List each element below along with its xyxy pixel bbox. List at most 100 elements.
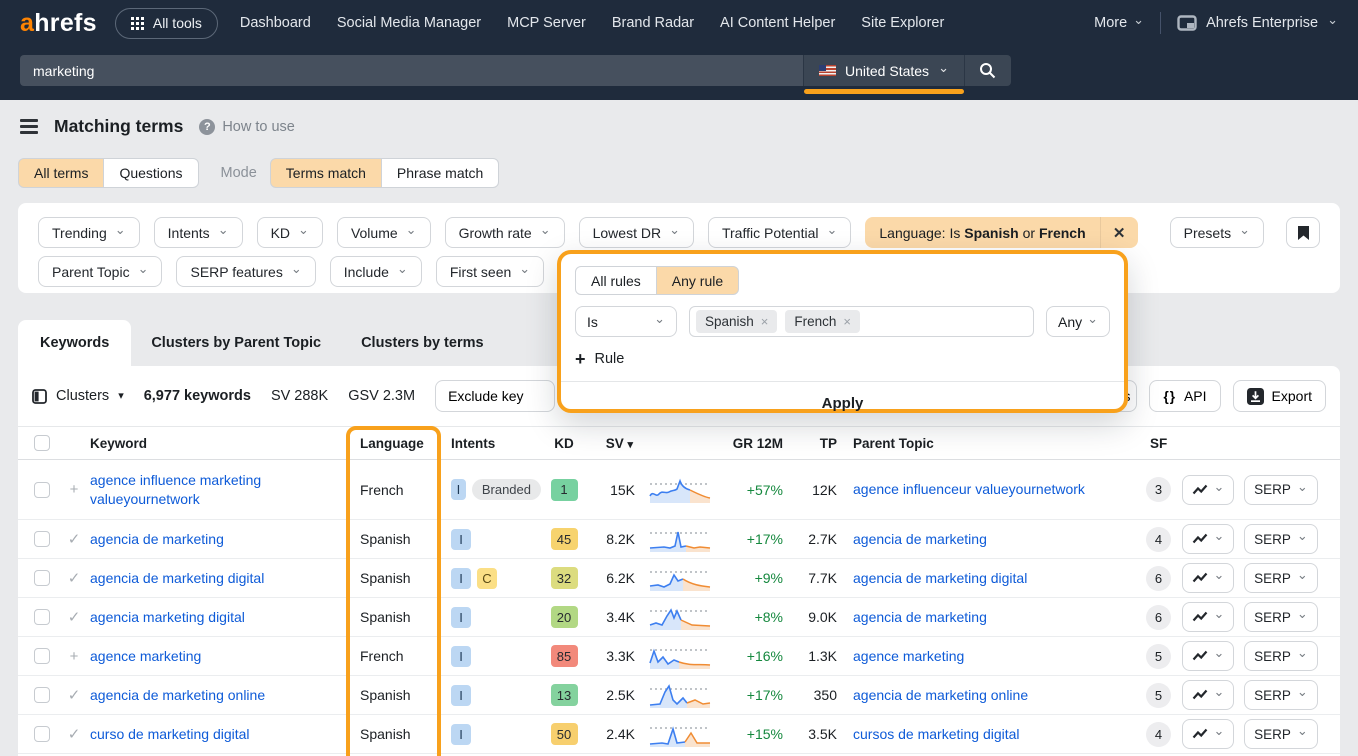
- parent-topic-link[interactable]: agencia de marketing online: [853, 687, 1028, 703]
- parent-topic-link[interactable]: agence influenceur valueyournetwork: [853, 481, 1085, 497]
- nav-item-brand-radar[interactable]: Brand Radar: [612, 15, 694, 31]
- tab-terms-match[interactable]: Terms match: [270, 158, 382, 188]
- parent-topic-link[interactable]: agencia de marketing: [853, 531, 987, 547]
- tab-clusters-by-terms[interactable]: Clusters by terms: [341, 320, 504, 366]
- filter-parent-topic[interactable]: Parent Topic⌄: [38, 256, 162, 287]
- filter-growth-rate[interactable]: Growth rate⌄: [445, 217, 565, 248]
- col-intents[interactable]: Intents: [441, 436, 541, 451]
- serp-button[interactable]: SERP⌄: [1244, 680, 1318, 710]
- filter-traffic-potential[interactable]: Traffic Potential⌄: [708, 217, 851, 248]
- trend-chart-button[interactable]: ⌄: [1182, 602, 1234, 632]
- remove-tag-icon[interactable]: ×: [761, 314, 769, 329]
- filter-first-seen[interactable]: First seen⌄: [436, 256, 544, 287]
- select-all-checkbox[interactable]: [34, 435, 50, 451]
- operator-select[interactable]: Is ⌄: [575, 306, 677, 337]
- trend-chart-button[interactable]: ⌄: [1182, 475, 1234, 505]
- nav-item-ai-content-helper[interactable]: AI Content Helper: [720, 15, 835, 31]
- filter-lowest-dr[interactable]: Lowest DR⌄: [579, 217, 694, 248]
- serp-button[interactable]: SERP⌄: [1244, 719, 1318, 749]
- exclude-keywords-button[interactable]: Exclude key: [435, 380, 555, 412]
- remove-filter-icon[interactable]: ✕: [1100, 217, 1138, 248]
- presets-button[interactable]: Presets ⌄: [1170, 217, 1264, 248]
- language-filter-chip[interactable]: Language: Is Spanish or French ✕: [865, 217, 1137, 248]
- keyword-link[interactable]: agencia de marketing online: [90, 687, 265, 703]
- nav-item-mcp-server[interactable]: MCP Server: [507, 15, 586, 31]
- add-keyword-icon[interactable]: +: [58, 481, 90, 498]
- row-checkbox[interactable]: [34, 609, 50, 625]
- row-checkbox[interactable]: [34, 531, 50, 547]
- menu-icon[interactable]: [20, 116, 38, 137]
- how-to-use-link[interactable]: ? How to use: [199, 119, 295, 135]
- tab-all-terms[interactable]: All terms: [18, 158, 104, 188]
- filter-intents[interactable]: Intents⌄: [154, 217, 243, 248]
- filter-include[interactable]: Include⌄: [330, 256, 422, 287]
- search-input[interactable]: marketing: [20, 55, 804, 86]
- col-parent-topic[interactable]: Parent Topic: [847, 436, 1138, 451]
- serp-button[interactable]: SERP⌄: [1244, 475, 1318, 505]
- tab-clusters-parent-topic[interactable]: Clusters by Parent Topic: [131, 320, 341, 366]
- serp-button[interactable]: SERP⌄: [1244, 602, 1318, 632]
- serp-button[interactable]: SERP⌄: [1244, 563, 1318, 593]
- parent-topic-link[interactable]: agencia de marketing digital: [853, 570, 1027, 586]
- keyword-link[interactable]: agencia marketing digital: [90, 609, 245, 625]
- keyword-link[interactable]: agencia de marketing: [90, 531, 224, 547]
- trend-chart-button[interactable]: ⌄: [1182, 719, 1234, 749]
- col-kd[interactable]: KD: [541, 436, 587, 451]
- keyword-link[interactable]: agencia de marketing digital: [90, 570, 264, 586]
- search-button[interactable]: [965, 55, 1011, 86]
- trend-chart-button[interactable]: ⌄: [1182, 641, 1234, 671]
- tab-questions[interactable]: Questions: [103, 158, 198, 188]
- tab-phrase-match[interactable]: Phrase match: [381, 158, 499, 188]
- col-tp[interactable]: TP: [791, 436, 847, 451]
- filter-serp-features[interactable]: SERP features⌄: [176, 256, 315, 287]
- match-mode-select[interactable]: Any ⌄: [1046, 306, 1110, 337]
- row-checkbox[interactable]: [34, 570, 50, 586]
- nav-item-site-explorer[interactable]: Site Explorer: [861, 15, 944, 31]
- keyword-link[interactable]: agence marketing: [90, 648, 201, 664]
- nav-item-dashboard[interactable]: Dashboard: [240, 15, 311, 31]
- language-tags-input[interactable]: Spanish×French×: [689, 306, 1034, 337]
- filter-trending[interactable]: Trending⌄: [38, 217, 140, 248]
- row-checkbox[interactable]: [34, 648, 50, 664]
- filter-volume[interactable]: Volume⌄: [337, 217, 431, 248]
- more-menu[interactable]: More ⌄: [1094, 15, 1144, 31]
- added-check-icon[interactable]: ✓: [58, 569, 90, 587]
- col-sv[interactable]: SV ▾: [587, 436, 641, 451]
- col-sf[interactable]: SF: [1138, 436, 1182, 451]
- col-language[interactable]: Language: [346, 436, 441, 451]
- col-gr12m[interactable]: GR 12M: [719, 436, 791, 451]
- nav-item-social-media-manager[interactable]: Social Media Manager: [337, 15, 481, 31]
- row-checkbox[interactable]: [34, 687, 50, 703]
- add-keyword-icon[interactable]: +: [58, 648, 90, 665]
- account-menu[interactable]: Ahrefs Enterprise ⌄: [1177, 15, 1338, 31]
- parent-topic-link[interactable]: agencia de marketing: [853, 609, 987, 625]
- add-rule-button[interactable]: + Rule: [575, 350, 624, 368]
- apply-button[interactable]: Apply: [822, 395, 864, 412]
- serp-button[interactable]: SERP⌄: [1244, 641, 1318, 671]
- filter-kd[interactable]: KD⌄: [257, 217, 323, 248]
- any-rule-button[interactable]: Any rule: [656, 266, 739, 295]
- added-check-icon[interactable]: ✓: [58, 725, 90, 743]
- trend-chart-button[interactable]: ⌄: [1182, 680, 1234, 710]
- remove-tag-icon[interactable]: ×: [843, 314, 851, 329]
- api-button[interactable]: {} API: [1149, 380, 1220, 412]
- added-check-icon[interactable]: ✓: [58, 530, 90, 548]
- clusters-dropdown[interactable]: Clusters ▾: [32, 388, 124, 404]
- export-button[interactable]: Export: [1233, 380, 1326, 412]
- tab-keywords[interactable]: Keywords: [18, 320, 131, 366]
- all-tools-button[interactable]: All tools: [115, 8, 218, 39]
- trend-chart-button[interactable]: ⌄: [1182, 563, 1234, 593]
- col-keyword[interactable]: Keyword: [90, 436, 346, 451]
- row-checkbox[interactable]: [34, 726, 50, 742]
- parent-topic-link[interactable]: agence marketing: [853, 648, 964, 664]
- brand-logo[interactable]: ahrefs: [20, 9, 97, 38]
- added-check-icon[interactable]: ✓: [58, 686, 90, 704]
- all-rules-button[interactable]: All rules: [575, 266, 657, 295]
- added-check-icon[interactable]: ✓: [58, 608, 90, 626]
- trend-chart-button[interactable]: ⌄: [1182, 524, 1234, 554]
- parent-topic-link[interactable]: cursos de marketing digital: [853, 726, 1020, 742]
- serp-button[interactable]: SERP⌄: [1244, 524, 1318, 554]
- country-selector[interactable]: United States ⌄: [804, 55, 965, 86]
- row-checkbox[interactable]: [34, 482, 50, 498]
- keyword-link[interactable]: curso de marketing digital: [90, 726, 250, 742]
